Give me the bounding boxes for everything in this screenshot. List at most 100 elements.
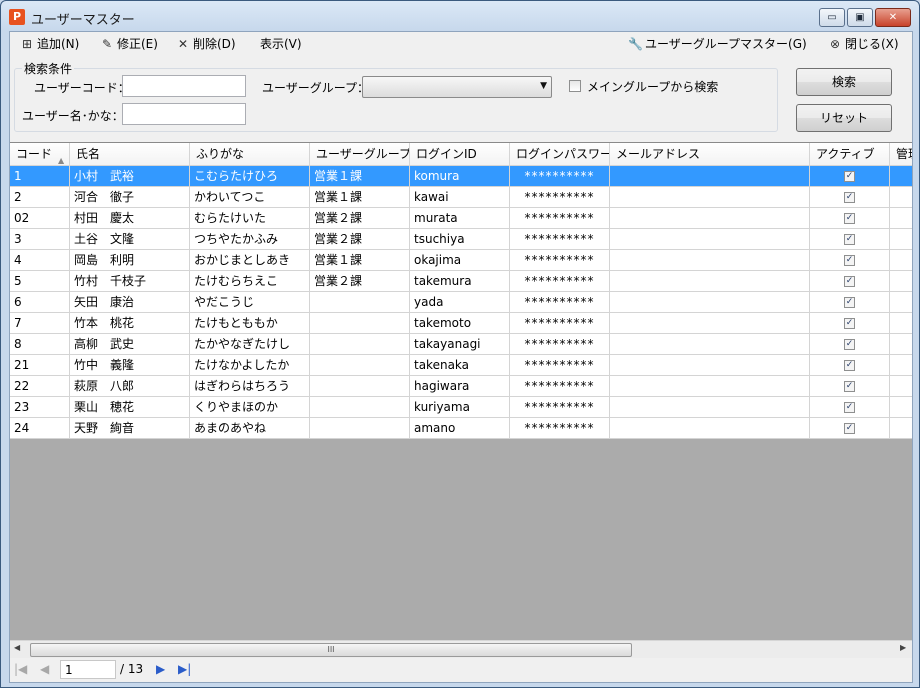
cell-password[interactable]: ********** [510,271,610,292]
cell-group[interactable]: 営業２課 [310,271,410,292]
cell-manage[interactable] [890,166,912,187]
cell-kana[interactable]: たけもとももか [190,313,310,334]
page-number-input[interactable] [60,660,116,679]
column-header-password[interactable]: ログインパスワード [510,143,610,165]
cell-code[interactable]: 4 [10,250,70,271]
reset-button[interactable]: リセット [796,104,892,132]
cell-name[interactable]: 竹本 桃花 [70,313,190,334]
active-checkbox[interactable]: ✓ [844,255,855,266]
cell-group[interactable] [310,376,410,397]
cell-email[interactable] [610,418,810,439]
cell-kana[interactable]: あまのあやね [190,418,310,439]
cell-password[interactable]: ********** [510,229,610,250]
cell-email[interactable] [610,250,810,271]
user-name-input[interactable] [122,103,246,125]
cell-name[interactable]: 高柳 武史 [70,334,190,355]
table-row[interactable]: 8 高柳 武史 たかやなぎたけし takayanagi ********** ✓ [10,334,912,355]
scroll-left-icon[interactable]: ◀ [14,643,20,652]
cell-name[interactable]: 小村 武裕 [70,166,190,187]
cell-email[interactable] [610,271,810,292]
cell-email[interactable] [610,376,810,397]
cell-email[interactable] [610,229,810,250]
active-checkbox[interactable]: ✓ [844,297,855,308]
cell-kana[interactable]: たかやなぎたけし [190,334,310,355]
cell-group[interactable] [310,334,410,355]
active-checkbox[interactable]: ✓ [844,339,855,350]
cell-code[interactable]: 6 [10,292,70,313]
cell-login[interactable]: hagiwara [410,376,510,397]
cell-email[interactable] [610,166,810,187]
cell-password[interactable]: ********** [510,292,610,313]
cell-password[interactable]: ********** [510,334,610,355]
cell-name[interactable]: 萩原 八郎 [70,376,190,397]
cell-login[interactable]: takenaka [410,355,510,376]
add-menu-item[interactable]: ⊞ 追加(N) [20,35,79,53]
cell-login[interactable]: okajima [410,250,510,271]
cell-login[interactable]: takemoto [410,313,510,334]
column-header-group[interactable]: ユーザーグループ [310,143,410,165]
main-group-checkbox[interactable] [569,80,581,92]
cell-login[interactable]: takayanagi [410,334,510,355]
cell-password[interactable]: ********** [510,418,610,439]
active-checkbox[interactable]: ✓ [844,402,855,413]
cell-group[interactable]: 営業１課 [310,166,410,187]
cell-manage[interactable] [890,292,912,313]
cell-name[interactable]: 土谷 文隆 [70,229,190,250]
cell-code[interactable]: 23 [10,397,70,418]
table-row[interactable]: 4 岡島 利明 おかじまとしあき 営業１課 okajima ********** ✓ [10,250,912,271]
table-row[interactable]: 3 土谷 文隆 つちやたかふみ 営業２課 tsuchiya ********** ✓ [10,229,912,250]
cell-email[interactable] [610,187,810,208]
cell-code[interactable]: 2 [10,187,70,208]
table-row[interactable]: 24 天野 絢音 あまのあやね amano ********** ✓ [10,418,912,439]
active-checkbox[interactable]: ✓ [844,276,855,287]
cell-email[interactable] [610,355,810,376]
table-row[interactable]: 5 竹村 千枝子 たけむらちえこ 営業２課 takemura ********** ✓ [10,271,912,292]
column-header-active[interactable]: アクティブ [810,143,890,165]
view-menu-item[interactable]: 表示(V) [260,35,302,53]
cell-group[interactable] [310,418,410,439]
next-page-icon[interactable]: ▶ [156,662,165,676]
cell-kana[interactable]: かわいてつこ [190,187,310,208]
cell-name[interactable]: 栗山 穂花 [70,397,190,418]
table-row[interactable]: 02 村田 慶太 むらたけいた 営業２課 murata ********** ✓ [10,208,912,229]
active-checkbox[interactable]: ✓ [844,318,855,329]
cell-kana[interactable]: はぎわらはちろう [190,376,310,397]
cell-group[interactable]: 営業１課 [310,250,410,271]
active-checkbox[interactable]: ✓ [844,423,855,434]
cell-kana[interactable]: おかじまとしあき [190,250,310,271]
column-header-code[interactable]: コード ▲ [10,143,70,165]
cell-password[interactable]: ********** [510,313,610,334]
cell-kana[interactable]: こむらたけひろ [190,166,310,187]
cell-login[interactable]: amano [410,418,510,439]
cell-kana[interactable]: むらたけいた [190,208,310,229]
maximize-button[interactable]: ▣ [847,8,873,27]
cell-kana[interactable]: つちやたかふみ [190,229,310,250]
cell-group[interactable] [310,313,410,334]
edit-menu-item[interactable]: ✎ 修正(E) [100,35,158,53]
cell-password[interactable]: ********** [510,397,610,418]
cell-name[interactable]: 竹中 義隆 [70,355,190,376]
cell-manage[interactable] [890,271,912,292]
cell-kana[interactable]: くりやまほのか [190,397,310,418]
cell-email[interactable] [610,334,810,355]
cell-password[interactable]: ********** [510,376,610,397]
cell-login[interactable]: yada [410,292,510,313]
cell-name[interactable]: 天野 絢音 [70,418,190,439]
scroll-thumb[interactable]: III [30,643,632,657]
cell-code[interactable]: 1 [10,166,70,187]
column-header-login[interactable]: ログインID [410,143,510,165]
cell-kana[interactable]: やだこうじ [190,292,310,313]
delete-menu-item[interactable]: ✕ 削除(D) [176,35,236,53]
column-header-email[interactable]: メールアドレス [610,143,810,165]
cell-manage[interactable] [890,397,912,418]
column-header-name[interactable]: 氏名 [70,143,190,165]
cell-manage[interactable] [890,250,912,271]
cell-code[interactable]: 21 [10,355,70,376]
cell-group[interactable] [310,292,410,313]
scroll-right-icon[interactable]: ▶ [900,643,906,652]
prev-page-icon[interactable]: ◀ [40,662,49,676]
cell-email[interactable] [610,313,810,334]
cell-password[interactable]: ********** [510,355,610,376]
cell-manage[interactable] [890,313,912,334]
active-checkbox[interactable]: ✓ [844,234,855,245]
